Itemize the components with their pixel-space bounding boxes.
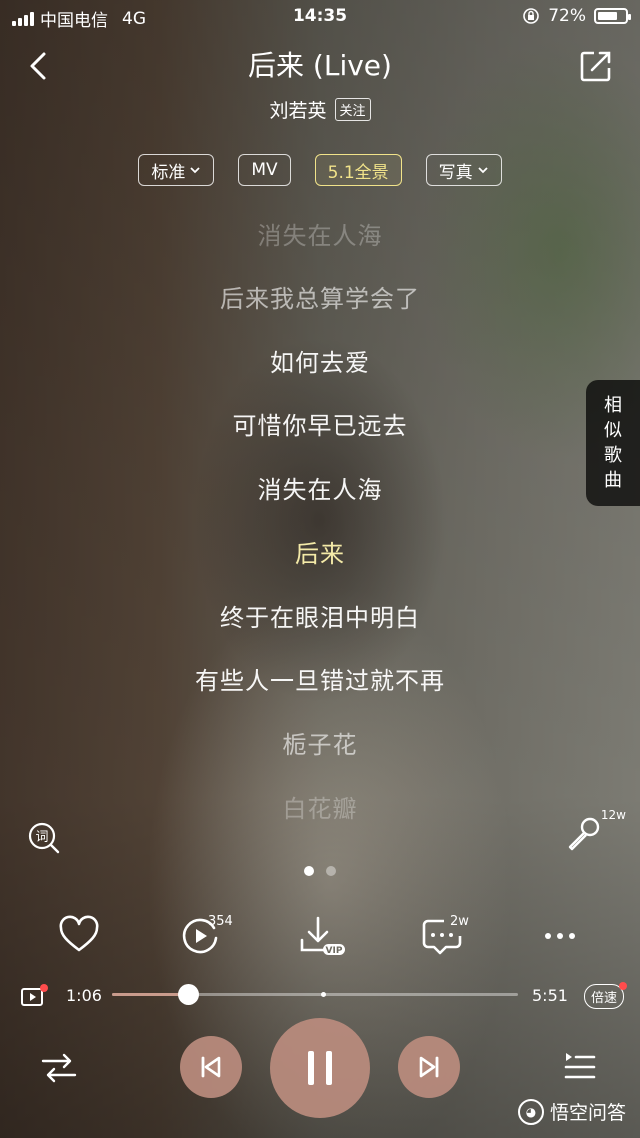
- pause-button[interactable]: [270, 1018, 370, 1118]
- page-dot: [304, 866, 314, 876]
- vip-badge: VIP: [326, 946, 343, 956]
- download-icon: VIP: [300, 916, 345, 956]
- chevron-down-icon: [478, 167, 488, 174]
- heart-icon: [59, 915, 99, 952]
- similar-songs-tab[interactable]: 相 似 歌 曲: [586, 380, 640, 506]
- rotation-lock-icon: [523, 8, 540, 24]
- artist-row: 刘若英 关注: [0, 96, 640, 123]
- lyric-search-button[interactable]: 词: [26, 820, 62, 856]
- similar-char: 歌: [604, 445, 622, 466]
- microphone-icon: [568, 817, 600, 851]
- playlist-button[interactable]: [563, 1050, 597, 1084]
- mode-chips: 标准 MV 5.1全景 写真: [0, 154, 640, 186]
- mini-video-button[interactable]: [20, 984, 48, 1008]
- speed-notification-dot: [619, 982, 627, 990]
- shuffle-icon: [41, 1053, 77, 1083]
- notification-dot: [40, 984, 48, 992]
- skip-previous-icon: [201, 1056, 221, 1078]
- watermark-logo-icon: ◕: [517, 1098, 544, 1125]
- lyric-line: 可惜你早已远去: [232, 412, 408, 440]
- chip-label: MV: [251, 160, 278, 180]
- watermark-text: 悟空问答: [549, 1102, 626, 1124]
- total-time: 5:51: [532, 986, 568, 1005]
- karaoke-button[interactable]: [564, 814, 604, 854]
- next-button[interactable]: [398, 1036, 460, 1098]
- status-right: 72%: [522, 6, 631, 26]
- quality-chip[interactable]: 标准: [138, 154, 215, 186]
- photo-chip[interactable]: 写真: [425, 154, 502, 186]
- skip-next-icon: [419, 1056, 439, 1078]
- song-title: 后来 (Live): [248, 49, 392, 82]
- more-button[interactable]: [540, 914, 584, 958]
- pause-icon: [308, 1051, 332, 1085]
- lyric-line: 消失在人海: [257, 476, 383, 504]
- status-bar: 中国电信 4G 14:35 72%: [0, 0, 640, 34]
- lyric-line: 后来我总算学会了: [220, 285, 420, 313]
- lyric-line: 如何去爱: [270, 349, 370, 377]
- chip-label: 5.1全景: [327, 162, 389, 183]
- lyric-line: 消失在人海: [257, 222, 383, 250]
- back-button[interactable]: [20, 46, 60, 86]
- chip-label: 写真: [438, 162, 473, 183]
- chevron-left-icon: [30, 52, 46, 80]
- comment-count-badge: 2w: [450, 914, 469, 929]
- lyric-line: 栀子花: [282, 731, 358, 759]
- watermark: ◕ 悟空问答: [517, 1098, 626, 1125]
- playlist-icon: [564, 1053, 596, 1079]
- similar-char: 似: [604, 420, 622, 441]
- speed-button[interactable]: 倍速: [584, 984, 625, 1009]
- current-time: 1:06: [66, 986, 102, 1005]
- battery-percent: 72%: [548, 6, 586, 26]
- follow-button[interactable]: 关注: [334, 98, 371, 121]
- artist-name[interactable]: 刘若英: [269, 96, 326, 123]
- like-button[interactable]: [57, 914, 101, 958]
- karaoke-count: 12w: [600, 808, 626, 822]
- chip-label: 标准: [151, 162, 186, 183]
- page-dot: [326, 866, 336, 876]
- similar-char: 曲: [604, 470, 622, 491]
- similar-char: 相: [604, 395, 622, 416]
- lyric-line: 终于在眼泪中明白: [220, 604, 420, 632]
- lyric-line: 白花瓣: [282, 795, 358, 823]
- chevron-down-icon: [190, 167, 200, 174]
- buffer-marker: [321, 992, 326, 997]
- surround-chip[interactable]: 5.1全景: [314, 154, 402, 186]
- lyric-icon-char: 词: [35, 830, 48, 845]
- current-lyric-line: 后来: [295, 540, 345, 568]
- share-icon: [580, 51, 611, 82]
- battery-icon: [594, 8, 631, 24]
- previous-button[interactable]: [180, 1036, 242, 1098]
- download-button[interactable]: VIP: [298, 914, 345, 958]
- lyric-line: 有些人一旦错过就不再: [195, 667, 445, 695]
- share-button[interactable]: [578, 48, 614, 84]
- play-count-badge: 354: [208, 914, 233, 929]
- progress-fill: [112, 993, 189, 996]
- lyric-search-icon: 词: [28, 822, 60, 854]
- more-icon: [545, 933, 575, 939]
- mv-chip[interactable]: MV: [238, 154, 291, 186]
- page-indicator: [0, 866, 640, 876]
- play-mode-button[interactable]: [40, 1052, 78, 1084]
